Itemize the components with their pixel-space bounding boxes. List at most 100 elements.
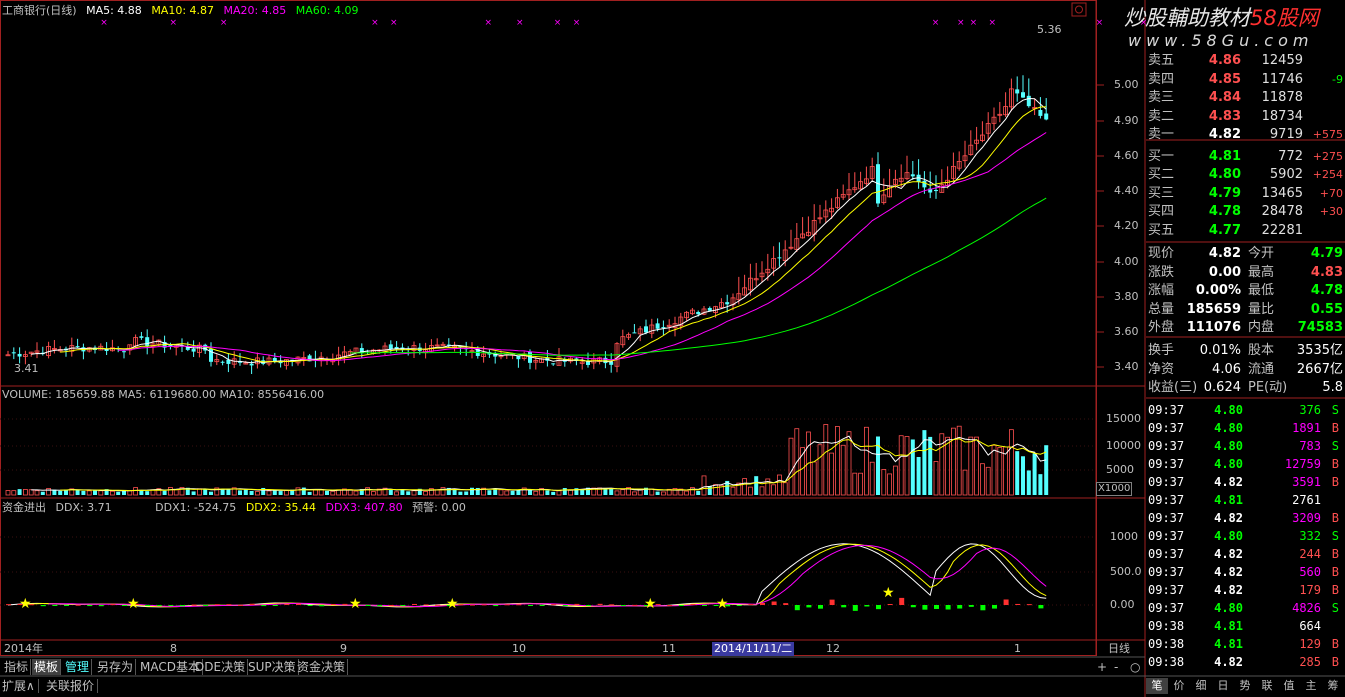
indicator-tab[interactable]: 指标 <box>2 659 32 675</box>
ddx1-value: DDX1: -524.75 <box>155 501 237 514</box>
stat-label: 量比 <box>1248 301 1275 317</box>
stat-value: 0.55 <box>1310 301 1343 317</box>
tick-row[interactable]: 09:37 4.80 4826 S <box>1146 599 1345 617</box>
candle-body <box>1021 92 1025 98</box>
volume-bar <box>301 487 306 495</box>
low-price-label: 3.41 <box>14 362 39 375</box>
tick-row[interactable]: 09:37 4.82 3209 B <box>1146 509 1345 527</box>
right-tab[interactable]: 笔 <box>1146 678 1168 694</box>
ddx-bar <box>632 604 638 606</box>
stat-label: 股本 <box>1248 343 1275 358</box>
volume-bar <box>249 490 254 495</box>
zoom-out-button[interactable]: - <box>1114 660 1118 674</box>
ddx-bar <box>910 605 916 608</box>
ddx-bar <box>992 605 997 609</box>
volume-bar <box>353 490 359 496</box>
tick-row[interactable]: 09:37 4.82 560 B <box>1146 563 1345 581</box>
ddx-tick: 1000 <box>1110 530 1138 543</box>
tick-row[interactable]: 09:37 4.80 12759 B <box>1146 455 1345 473</box>
signal-marker-icon: × <box>1096 18 1104 28</box>
tick-row[interactable]: 09:37 4.80 783 S <box>1146 437 1345 455</box>
stat-value: 4.06 <box>1212 361 1241 377</box>
tick-volume: 3209 <box>1292 511 1321 525</box>
ddx-bar <box>551 604 557 606</box>
ddx-bar <box>736 605 742 606</box>
volume-bar <box>504 490 510 496</box>
order-book-row[interactable]: 买三 4.79 13465 +70 <box>1146 185 1345 203</box>
extension-tab[interactable]: 关联报价 <box>46 679 99 693</box>
tick-row[interactable]: 09:37 4.80 332 S <box>1146 527 1345 545</box>
tick-time: 09:37 <box>1148 403 1185 417</box>
stat-label: 今开 <box>1248 246 1275 261</box>
tick-row[interactable]: 09:38 4.81 664 <box>1146 617 1345 635</box>
order-book-row[interactable]: 卖一 4.82 9719 +575 <box>1146 126 1345 144</box>
volume-bar <box>748 486 753 496</box>
ddx-bar <box>899 597 905 605</box>
time-tick: 1 <box>1014 642 1021 655</box>
indicator-tab[interactable]: 资金决策 <box>295 659 349 675</box>
right-tab[interactable]: 联 <box>1256 678 1278 694</box>
ddx-bar <box>794 605 800 611</box>
order-volume: 9719 <box>1269 127 1303 142</box>
period-label[interactable]: 日线 <box>1108 642 1130 656</box>
indicator-tab[interactable]: 管理 <box>63 659 93 675</box>
indicator-tab[interactable]: SUP决策 <box>246 659 299 675</box>
tick-volume: 12759 <box>1284 457 1321 471</box>
ddx-bar <box>980 605 986 611</box>
tick-row[interactable]: 09:37 4.80 1891 B <box>1146 419 1345 437</box>
volume-bar <box>516 490 521 495</box>
tick-direction: S <box>1331 601 1339 615</box>
tick-row[interactable]: 09:37 4.82 3591 B <box>1146 473 1345 491</box>
right-tab[interactable]: 值 <box>1278 678 1300 694</box>
tick-row[interactable]: 09:37 4.80 376 S <box>1146 401 1345 419</box>
right-tab[interactable]: 主 <box>1300 678 1322 694</box>
order-price: 4.84 <box>1208 90 1241 105</box>
indicator-tab[interactable]: 另存为 <box>95 659 137 675</box>
order-book-row[interactable]: 买四 4.78 28478 +30 <box>1146 203 1345 221</box>
tick-row[interactable]: 09:37 4.81 2761 <box>1146 491 1345 509</box>
zoom-in-button[interactable]: + <box>1097 660 1107 674</box>
order-book-row[interactable]: 买五 4.77 22281 <box>1146 222 1345 240</box>
kline-chart[interactable]: × × × × × × × × × × × × × × ×★ ★ ★ ★ ★ ★★ <box>0 0 1345 697</box>
right-tab[interactable]: 价 <box>1168 678 1190 694</box>
order-book-row[interactable]: 卖四 4.85 11746 -9 <box>1146 71 1345 89</box>
candle-body <box>17 353 22 357</box>
volume-bar <box>759 486 765 496</box>
order-change: +30 <box>1319 205 1343 218</box>
right-tab[interactable]: 细 <box>1190 678 1212 694</box>
volume-bar <box>852 472 858 496</box>
ddx-bar <box>1003 599 1009 605</box>
order-book-row[interactable]: 买一 4.81 772 +275 <box>1146 148 1345 166</box>
order-change: +275 <box>1312 149 1343 163</box>
order-book-row[interactable]: 卖二 4.83 18734 <box>1146 108 1345 126</box>
order-price: 4.86 <box>1208 53 1241 68</box>
volume-bar <box>655 491 660 495</box>
tick-row[interactable]: 09:37 4.82 244 B <box>1146 545 1345 563</box>
volume-bar <box>498 489 504 496</box>
order-book-row[interactable]: 卖三 4.84 11878 <box>1146 89 1345 107</box>
right-tab[interactable]: 日 <box>1212 678 1234 694</box>
tick-row[interactable]: 09:38 4.81 129 B <box>1146 635 1345 653</box>
ddx-bar <box>968 605 974 607</box>
tick-row[interactable]: 09:37 4.82 179 B <box>1146 581 1345 599</box>
order-book-row[interactable]: 买二 4.80 5902 +254 <box>1146 166 1345 184</box>
tick-direction: B <box>1331 421 1339 435</box>
indicator-tab[interactable]: DDE决策 <box>193 659 249 675</box>
stat-value: 2667亿 <box>1296 361 1343 377</box>
order-book-row[interactable]: 卖五 4.86 12459 <box>1146 52 1345 70</box>
extension-tab[interactable]: 扩展∧ <box>2 679 39 693</box>
volume-bar <box>40 491 45 495</box>
ddx-bar <box>852 605 858 611</box>
right-tab[interactable]: 筹 <box>1322 678 1344 694</box>
indicator-tab[interactable]: 模板 <box>32 659 62 675</box>
tick-row[interactable]: 09:38 4.82 285 B <box>1146 653 1345 671</box>
zoom-reset-button[interactable]: ○ <box>1130 660 1140 674</box>
order-volume: 11746 <box>1261 71 1303 87</box>
order-volume: 13465 <box>1261 185 1303 201</box>
stat-label: 涨幅 <box>1148 283 1175 298</box>
ddx-bar <box>388 604 394 606</box>
volume-bar <box>470 487 474 495</box>
ddx3-line <box>48 544 1047 608</box>
right-tab[interactable]: 势 <box>1234 678 1256 694</box>
order-price: 4.80 <box>1208 167 1241 182</box>
